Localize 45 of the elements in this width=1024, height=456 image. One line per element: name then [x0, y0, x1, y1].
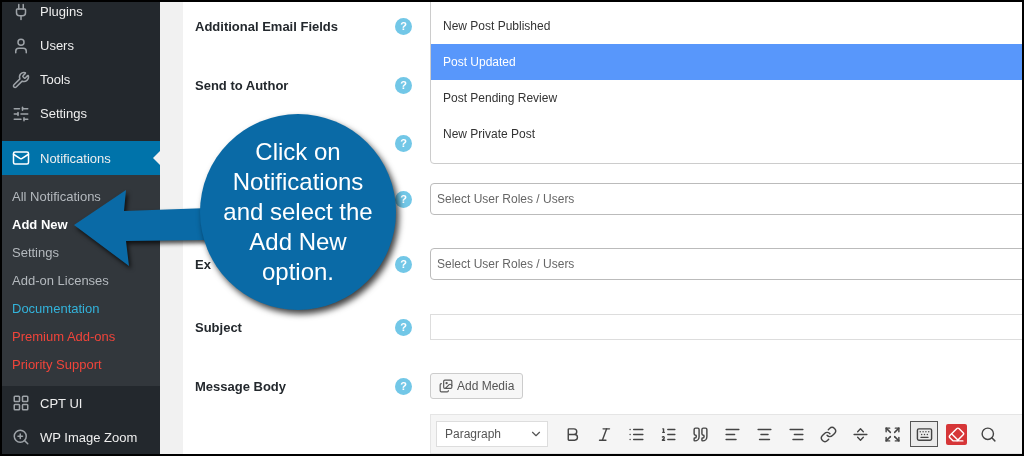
field-label: Additional Email Fields [195, 18, 339, 34]
callout-text: Click on Notifications and select the Add New option. [223, 137, 373, 287]
menu-item[interactable]: WP Image Zoom [2, 420, 160, 454]
submenu-item[interactable]: Settings [12, 238, 59, 267]
list-option[interactable]: Post Pending Review [431, 80, 1022, 116]
media-icon [439, 379, 453, 393]
quote-icon [691, 425, 709, 443]
eraser-icon [945, 423, 967, 445]
field-label: Ex [195, 256, 211, 272]
menu-item[interactable]: Users [2, 28, 160, 63]
link-icon [819, 425, 837, 443]
submenu-item[interactable]: Priority Support [12, 350, 102, 379]
menu-item[interactable]: Plugins [2, 2, 160, 29]
search-icon [979, 425, 997, 443]
toolbar-button[interactable] [910, 421, 938, 447]
fullscreen-icon [883, 425, 901, 443]
select-field[interactable]: Select User Roles / Users [430, 183, 1022, 215]
submenu-item[interactable]: Documentation [12, 294, 100, 323]
list-option[interactable]: New Post Published [431, 8, 1022, 44]
subject-field[interactable] [430, 314, 1022, 340]
submenu-item[interactable]: Premium Add-ons [12, 322, 116, 351]
field-label: Send to Author [195, 77, 289, 93]
wrench-icon [12, 70, 30, 89]
user-icon [12, 36, 30, 55]
menu-item[interactable]: Notifications [2, 141, 160, 176]
submenu-item[interactable]: All Notifications [12, 182, 101, 211]
read-more-icon [851, 425, 869, 443]
envelope-icon [12, 149, 30, 168]
submenu-item[interactable]: Add New [12, 210, 68, 239]
sliders-icon [12, 104, 30, 123]
menu-item[interactable]: Settings [2, 96, 160, 131]
format-dropdown[interactable]: Paragraph [436, 421, 548, 447]
field-label: Subject [195, 319, 242, 335]
multi-select-list[interactable]: New Post Published Post Updated Post Pending Review New Private Post [430, 2, 1022, 164]
keyboard-icon [915, 425, 933, 443]
select-field[interactable]: Select User Roles / Users [430, 248, 1022, 280]
magnifier-icon [12, 428, 30, 447]
menu-item[interactable]: CPT UI [2, 386, 160, 421]
numbered-list-icon [659, 425, 677, 443]
submenu-item[interactable]: Add-on Licenses [12, 266, 109, 295]
add-media-button[interactable]: Add Media [430, 373, 524, 399]
field-label: Message Body [195, 378, 287, 394]
grid-icon [12, 394, 30, 413]
menu-item[interactable]: Tools [2, 62, 160, 97]
list-option[interactable]: New Private Post [431, 116, 1022, 152]
